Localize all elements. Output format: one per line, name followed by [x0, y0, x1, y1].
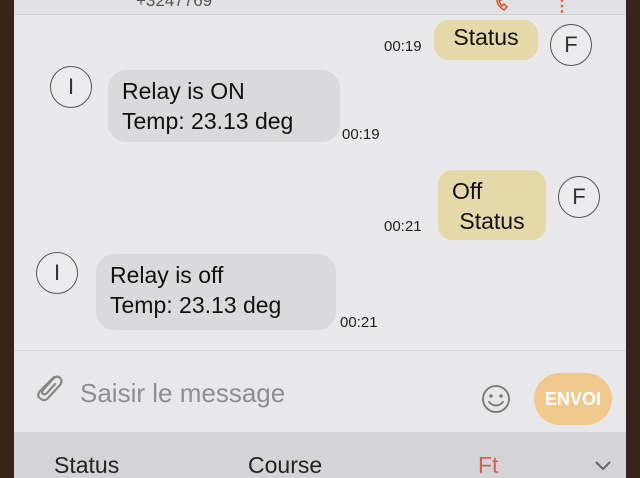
message-input[interactable] — [78, 375, 462, 411]
message-text: Relay is off — [110, 262, 224, 288]
quick-reply-bar: Status Course Ft — [14, 432, 626, 478]
sender-avatar[interactable]: F — [550, 24, 592, 66]
incoming-message-bubble[interactable]: Relay is off Temp: 23.13 deg — [96, 254, 336, 330]
quick-reply-course[interactable]: Course — [248, 452, 322, 478]
message-time: 00:19 — [384, 38, 422, 55]
message-time: 00:21 — [384, 218, 422, 235]
outgoing-message-bubble[interactable]: Off Status — [438, 170, 546, 240]
message-text: Off — [452, 178, 483, 204]
phone-screen: +3247769 ⋮ 00:19 Status F I Relay is ON … — [14, 0, 626, 478]
paperclip-icon[interactable] — [32, 371, 66, 405]
conversation-header: +3247769 ⋮ — [14, 0, 626, 15]
message-text: Temp: 23.13 deg — [110, 292, 282, 318]
message-time: 00:19 — [342, 126, 380, 143]
more-options-icon[interactable]: ⋮ — [554, 0, 570, 16]
quick-reply-status[interactable]: Status — [54, 452, 119, 478]
message-text: Temp: 23.13 deg — [122, 108, 294, 134]
quick-reply-ft[interactable]: Ft — [478, 452, 498, 478]
send-button[interactable]: ENVOI — [534, 373, 612, 425]
emoji-icon[interactable] — [480, 383, 512, 415]
message-time: 00:21 — [340, 314, 378, 331]
incoming-message-bubble[interactable]: Relay is ON Temp: 23.13 deg — [108, 70, 340, 142]
message-text: Status — [453, 24, 519, 50]
call-icon[interactable] — [494, 0, 512, 12]
contact-avatar[interactable]: I — [50, 66, 92, 108]
contact-phone-number: +3247769 — [136, 0, 213, 10]
contact-avatar[interactable]: I — [36, 252, 78, 294]
outgoing-message-bubble[interactable]: Status — [434, 20, 538, 60]
chevron-down-icon[interactable] — [594, 460, 612, 472]
message-composer: ENVOI — [14, 350, 626, 433]
sender-avatar[interactable]: F — [558, 176, 600, 218]
message-text: Status — [459, 208, 525, 234]
message-text: Relay is ON — [122, 78, 245, 104]
